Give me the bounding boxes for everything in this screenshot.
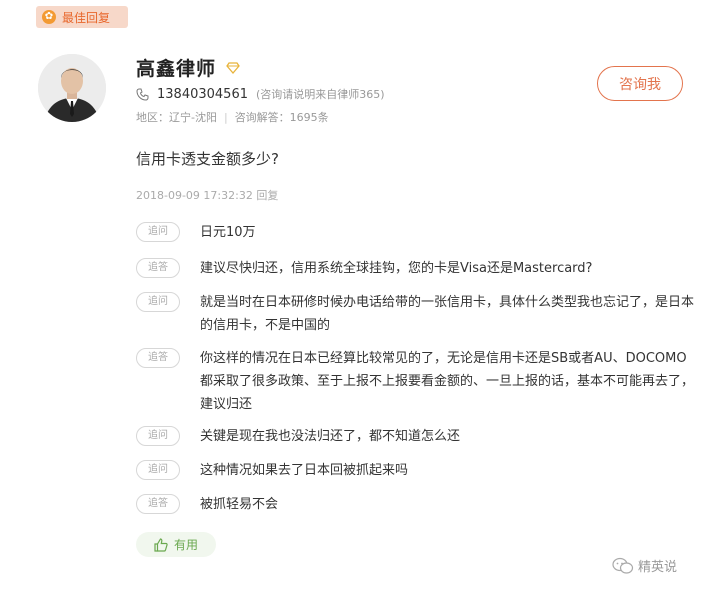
- answer-count: 咨询解答：1695条: [234, 111, 329, 124]
- region: 地区：辽宁-沈阳: [136, 111, 217, 124]
- reply-timestamp: 2018-09-09 17:32:32 回复: [136, 189, 279, 202]
- thumbs-up-icon: [154, 537, 168, 552]
- watermark: 精英说: [612, 556, 677, 575]
- follow-up-text: 日元10万: [200, 225, 256, 240]
- phone-icon: [136, 88, 149, 101]
- lawyer-meta: 地区：辽宁-沈阳 | 咨询解答：1695条: [136, 109, 329, 125]
- consult-button[interactable]: 咨询我: [597, 66, 683, 101]
- follow-up-tag: 追问: [136, 222, 180, 242]
- phone-number[interactable]: 13840304561: [157, 87, 248, 102]
- follow-up-text: 被抓轻易不会: [200, 497, 279, 512]
- answer-summary: 信用卡透支金额多少?: [136, 150, 279, 168]
- follow-up-tag: 追问: [136, 460, 180, 480]
- follow-up-tag: 追问: [136, 426, 180, 446]
- follow-up-tag: 追答: [136, 258, 180, 278]
- best-answer-badge: ✿ 最佳回复: [36, 6, 128, 28]
- follow-up-tag: 追答: [136, 494, 180, 514]
- helpful-label: 有用: [173, 538, 198, 552]
- follow-up-text: 你这样的情况在日本已经算比较常见的了，无论是信用卡还是SB或者AU、DOCOMO…: [200, 351, 695, 412]
- follow-up-text: 建议尽快归还，信用系统全球挂钩，您的卡是Visa还是Mastercard?: [200, 261, 593, 276]
- follow-up-tag: 追问: [136, 292, 180, 312]
- phone-row: 13840304561 (咨询请说明来自律师365): [136, 86, 385, 102]
- phone-note: (咨询请说明来自律师365): [255, 88, 385, 101]
- follow-up-text: 就是当时在日本研修时候办电话给带的一张信用卡，具体什么类型我也忘记了，是日本的信…: [200, 295, 695, 333]
- lawyer-photo: [38, 54, 106, 122]
- follow-up-text: 这种情况如果去了日本回被抓起来吗: [200, 463, 409, 478]
- medal-icon: ✿: [42, 10, 56, 24]
- best-answer-label: 最佳回复: [62, 10, 111, 25]
- diamond-icon: [226, 61, 240, 74]
- watermark-text: 精英说: [638, 560, 678, 575]
- lawyer-name-row: 高鑫律师: [136, 54, 240, 81]
- meta-divider: |: [223, 110, 228, 124]
- follow-up-text: 关键是现在我也没法归还了，都不知道怎么还: [200, 429, 461, 444]
- wechat-icon: [612, 557, 634, 574]
- helpful-button[interactable]: 有用: [136, 532, 216, 557]
- lawyer-name[interactable]: 高鑫律师: [136, 54, 216, 81]
- avatar[interactable]: [38, 54, 106, 122]
- follow-up-tag: 追答: [136, 348, 180, 368]
